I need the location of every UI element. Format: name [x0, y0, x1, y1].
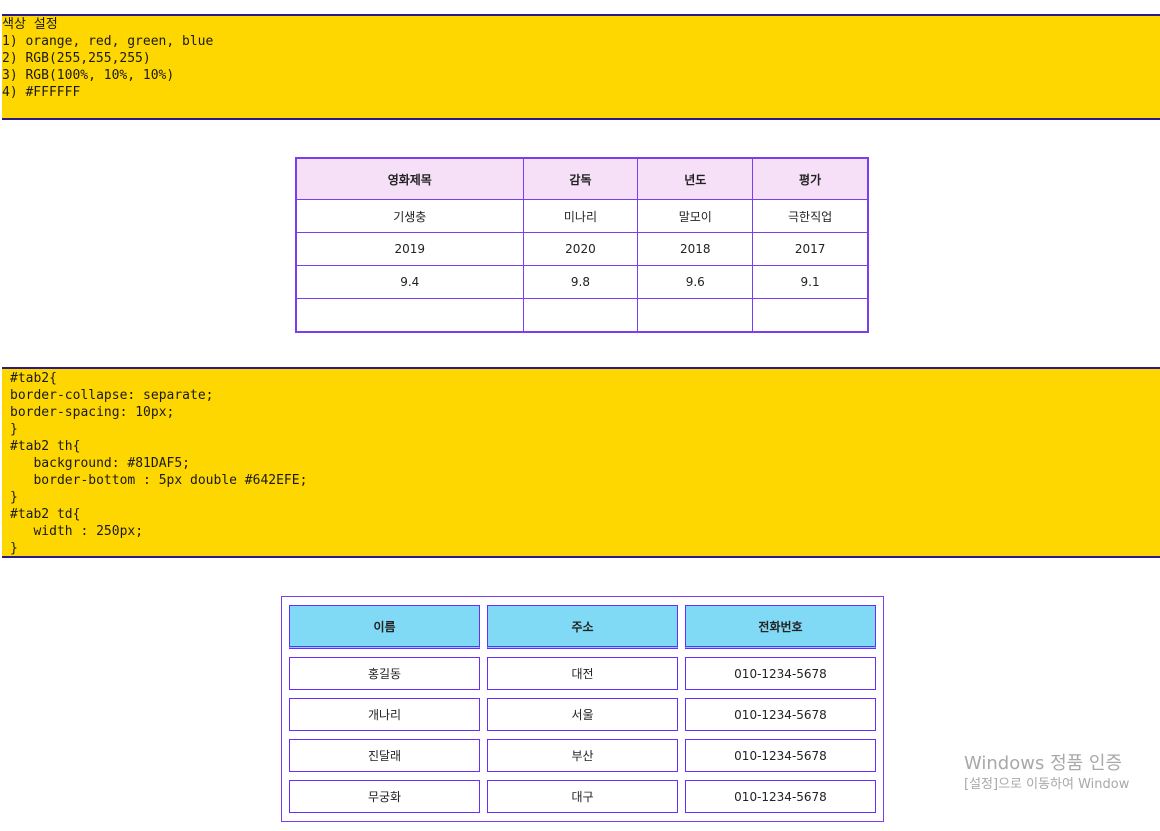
code-line: } — [10, 541, 18, 556]
table-cell: 9.1 — [752, 265, 869, 299]
table-cell: 2017 — [752, 232, 869, 266]
table-cell: 010-1234-5678 — [685, 698, 876, 731]
windows-activation-watermark: Windows 정품 인증 [설정]으로 이동하여 Window — [964, 752, 1129, 794]
table-row: 진달래 부산 010-1234-5678 — [289, 739, 876, 772]
table-cell: 2018 — [637, 232, 754, 266]
table-header-row: 영화제목 감독 년도 평가 — [295, 157, 869, 200]
table-cell: 홍길동 — [289, 657, 480, 690]
header-rating: 평가 — [752, 157, 869, 200]
table-row: 홍길동 대전 010-1234-5678 — [289, 657, 876, 690]
table-cell — [637, 298, 754, 333]
table-cell: 무궁화 — [289, 780, 480, 813]
watermark-subtitle: [설정]으로 이동하여 Window — [964, 777, 1130, 792]
table-cell: 개나리 — [289, 698, 480, 731]
code-line: width : 250px; — [10, 524, 144, 539]
table-cell: 010-1234-5678 — [685, 780, 876, 813]
table-cell: 대전 — [487, 657, 678, 690]
table-row: 9.4 9.8 9.6 9.1 — [295, 265, 869, 299]
header-movie-title: 영화제목 — [295, 157, 524, 200]
table-cell: 말모이 — [637, 199, 754, 233]
table-cell: 010-1234-5678 — [685, 657, 876, 690]
color-line: 3) RGB(100%, 10%, 10%) — [2, 68, 175, 83]
header-phone: 전화번호 — [685, 605, 876, 649]
watermark-title: Windows 정품 인증 — [964, 753, 1123, 774]
table-cell: 2020 — [522, 232, 639, 266]
code-line: #tab2 th{ — [10, 439, 81, 454]
table-row: 기생충 미나리 말모이 극한직업 — [295, 199, 869, 233]
table-cell: 010-1234-5678 — [685, 739, 876, 772]
table-row: 무궁화 대구 010-1234-5678 — [289, 780, 876, 813]
table-cell: 진달래 — [289, 739, 480, 772]
table-cell: 9.6 — [637, 265, 754, 299]
table-cell: 서울 — [487, 698, 678, 731]
table-row: 2019 2020 2018 2017 — [295, 232, 869, 266]
table-row: 개나리 서울 010-1234-5678 — [289, 698, 876, 731]
table-cell: 극한직업 — [752, 199, 869, 233]
header-year: 년도 — [637, 157, 754, 200]
table-header-row: 이름 주소 전화번호 — [289, 605, 876, 649]
code-line: #tab2 td{ — [10, 507, 81, 522]
code-line: background: #81DAF5; — [10, 456, 191, 471]
table-cell: 부산 — [487, 739, 678, 772]
table-cell — [752, 298, 869, 333]
color-line: 4) #FFFFFF — [2, 85, 81, 100]
table-cell: 2019 — [295, 232, 524, 266]
header-name: 이름 — [289, 605, 480, 649]
code-line: } — [10, 490, 18, 505]
color-line: 1) orange, red, green, blue — [2, 34, 214, 49]
movie-table: 영화제목 감독 년도 평가 기생충 미나리 말모이 극한직업 2019 2020… — [295, 157, 869, 333]
table-cell: 대구 — [487, 780, 678, 813]
code-line: border-bottom : 5px double #642EFE; — [10, 473, 308, 488]
table-row — [295, 298, 869, 333]
code-line: #tab2{ — [10, 371, 57, 386]
header-director: 감독 — [522, 157, 639, 200]
table-cell: 9.8 — [522, 265, 639, 299]
code-line: border-collapse: separate; — [10, 388, 214, 403]
code-line: border-spacing: 10px; — [10, 405, 175, 420]
code-line: } — [10, 422, 18, 437]
color-settings-block: 색상 설정 1) orange, red, green, blue 2) RGB(2… — [2, 14, 1160, 120]
color-line: 색상 설정 — [2, 17, 58, 32]
table-cell: 미나리 — [522, 199, 639, 233]
header-address: 주소 — [487, 605, 678, 649]
contact-table: 이름 주소 전화번호 홍길동 대전 010-1234-5678 개나리 서울 0… — [281, 596, 884, 822]
color-line: 2) RGB(255,255,255) — [2, 51, 151, 66]
table-cell — [295, 298, 524, 333]
css-code-block: #tab2{ border-collapse: separate; border-s… — [2, 367, 1160, 558]
table-cell: 9.4 — [295, 265, 524, 299]
table-cell — [522, 298, 639, 333]
table-cell: 기생충 — [295, 199, 524, 233]
